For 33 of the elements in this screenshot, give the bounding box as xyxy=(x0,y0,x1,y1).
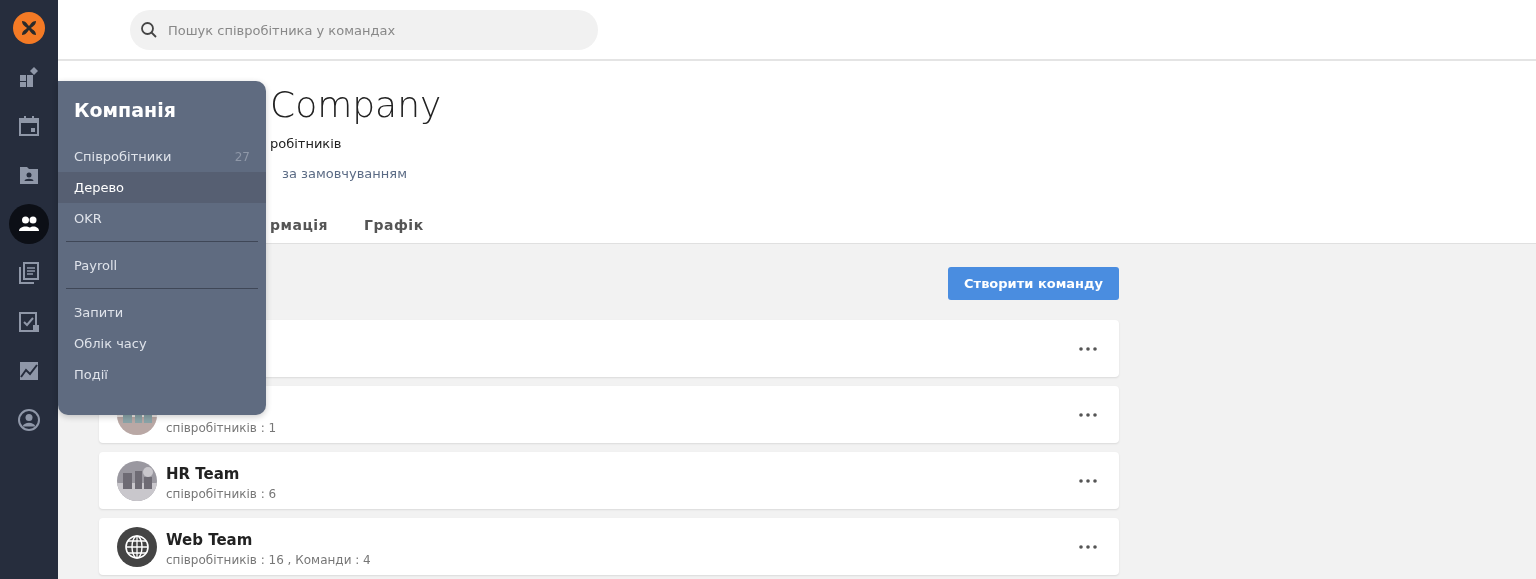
dashboard-icon xyxy=(17,65,41,89)
checkbox-icon xyxy=(17,310,41,334)
menu-item[interactable]: OKR xyxy=(58,203,266,234)
team-stats: співробітників : 16 , Команди : 4 xyxy=(166,552,372,567)
default-link[interactable]: за замовчуванням xyxy=(282,165,407,183)
menu-title: Компанія xyxy=(74,99,177,121)
search-field[interactable]: Пошук співробітника у командах xyxy=(130,10,598,50)
more-icon xyxy=(1079,478,1097,483)
globe-icon xyxy=(117,526,157,567)
employee-count: робітників xyxy=(270,135,343,153)
nav-button[interactable] xyxy=(9,204,49,244)
more-icon xyxy=(1079,346,1097,351)
chart-icon xyxy=(17,359,41,383)
logo-icon xyxy=(13,12,45,44)
page-title: Company xyxy=(270,83,443,127)
team-name: Web Team xyxy=(166,530,254,549)
team-stats: співробітників : 1 xyxy=(166,420,278,435)
create-team-button[interactable]: Створити команду xyxy=(948,267,1119,300)
menu-item[interactable]: Події xyxy=(58,359,266,390)
more-icon xyxy=(1079,544,1097,549)
menu-item[interactable]: Payroll xyxy=(58,250,266,281)
documents-icon xyxy=(17,261,41,285)
team-stats: співробітників : 6 xyxy=(166,486,278,501)
menu-item[interactable]: Запити xyxy=(58,297,266,328)
calendar-icon xyxy=(17,114,41,138)
tab[interactable]: Графік xyxy=(364,217,424,237)
profile-icon xyxy=(17,408,41,432)
more-icon xyxy=(1079,412,1097,417)
menu-item[interactable]: Дерево xyxy=(58,172,266,203)
team-name: HR Team xyxy=(166,464,241,483)
menu-item-label: Співробітники xyxy=(74,149,172,164)
menu-item[interactable]: Облік часу xyxy=(58,328,266,359)
tab[interactable]: рмація xyxy=(270,217,329,237)
